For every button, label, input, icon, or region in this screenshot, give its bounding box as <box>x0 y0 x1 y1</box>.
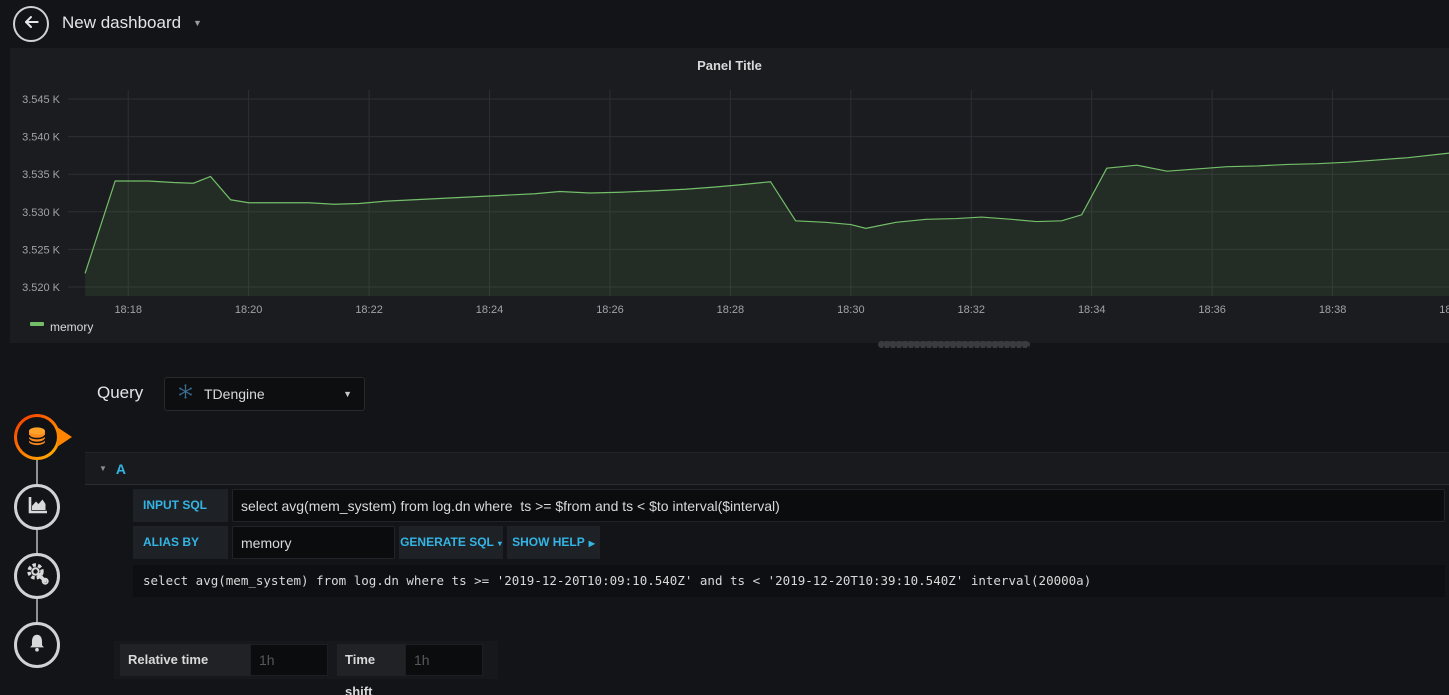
svg-text:3.545 K: 3.545 K <box>22 94 61 106</box>
svg-text:18:32: 18:32 <box>958 304 986 316</box>
database-icon <box>17 417 57 457</box>
svg-text:3.520 K: 3.520 K <box>22 282 61 294</box>
tab-general-settings[interactable] <box>14 553 60 599</box>
tab-rail-line <box>36 437 38 647</box>
generated-sql-text: select avg(mem_system) from log.dn where… <box>133 565 1445 597</box>
svg-text:18:28: 18:28 <box>717 304 745 316</box>
navbar: New dashboard ▼ <box>0 0 1449 48</box>
grafana-panel-editor: New dashboard ▼ Panel Title 3.520 K 3.525… <box>0 0 1449 695</box>
datasource-name: TDengine <box>204 386 265 402</box>
caret-down-icon: ▾ <box>497 539 502 548</box>
alias-by-field[interactable] <box>232 526 395 559</box>
svg-text:3.525 K: 3.525 K <box>22 244 61 256</box>
time-shift-input[interactable] <box>405 644 483 676</box>
gear-wrench-icon <box>25 561 50 591</box>
area-chart-icon <box>25 493 49 522</box>
svg-text:18:20: 18:20 <box>235 304 263 316</box>
tab-alert[interactable] <box>14 622 60 668</box>
svg-text:memory: memory <box>50 320 93 334</box>
time-shift-label: Time shift <box>337 644 405 695</box>
show-help-button[interactable]: SHOW HELP ▶ <box>507 526 600 559</box>
query-section-label: Query <box>97 383 144 402</box>
alias-by-label: ALIAS BY <box>133 526 228 559</box>
tab-queries[interactable] <box>14 414 72 460</box>
svg-text:18:22: 18:22 <box>355 304 383 316</box>
svg-text:18:34: 18:34 <box>1078 304 1106 316</box>
query-ref-id: A <box>115 460 127 477</box>
svg-text:18:38: 18:38 <box>1319 304 1347 316</box>
svg-text:18:24: 18:24 <box>476 304 504 316</box>
bell-icon <box>26 632 48 659</box>
svg-text:18:30: 18:30 <box>837 304 865 316</box>
svg-text:18:18: 18:18 <box>114 304 142 316</box>
datasource-picker[interactable]: TDengine ▼ <box>164 377 365 411</box>
collapse-caret-icon[interactable]: ▼ <box>99 464 107 473</box>
input-sql-field[interactable] <box>232 489 1445 522</box>
svg-text:3.540 K: 3.540 K <box>22 132 61 144</box>
active-tab-pointer <box>57 427 72 447</box>
dashboard-title[interactable]: New dashboard <box>62 13 181 33</box>
generate-sql-button[interactable]: GENERATE SQL ▾ <box>399 526 503 559</box>
chevron-down-icon[interactable]: ▼ <box>193 18 202 28</box>
svg-text:3.535 K: 3.535 K <box>22 169 61 181</box>
caret-right-icon: ▶ <box>588 539 595 548</box>
relative-time-input[interactable] <box>250 644 328 676</box>
arrow-left-icon <box>21 12 41 37</box>
panel-resize-handle[interactable] <box>878 341 1030 348</box>
timeseries-chart[interactable]: 3.520 K 3.525 K 3.530 K 3.535 K 3.540 K 3.545… <box>10 48 1449 343</box>
input-sql-label: INPUT SQL <box>133 489 228 522</box>
relative-time-label: Relative time <box>120 644 250 676</box>
query-options-row: Relative time Time shift <box>114 641 498 695</box>
tdengine-logo-icon <box>177 383 194 405</box>
chevron-down-icon: ▼ <box>343 389 352 399</box>
svg-text:18:40: 18:40 <box>1439 304 1449 316</box>
tab-visualization[interactable] <box>14 484 60 530</box>
svg-text:3.530 K: 3.530 K <box>22 207 61 219</box>
svg-text:18:26: 18:26 <box>596 304 624 316</box>
graph-panel: Panel Title 3.520 K 3.525 K 3.530 K 3.535 K… <box>10 48 1449 343</box>
back-button[interactable] <box>13 6 49 42</box>
svg-text:18:36: 18:36 <box>1198 304 1226 316</box>
query-row-header[interactable]: ▼ A <box>85 452 1449 485</box>
